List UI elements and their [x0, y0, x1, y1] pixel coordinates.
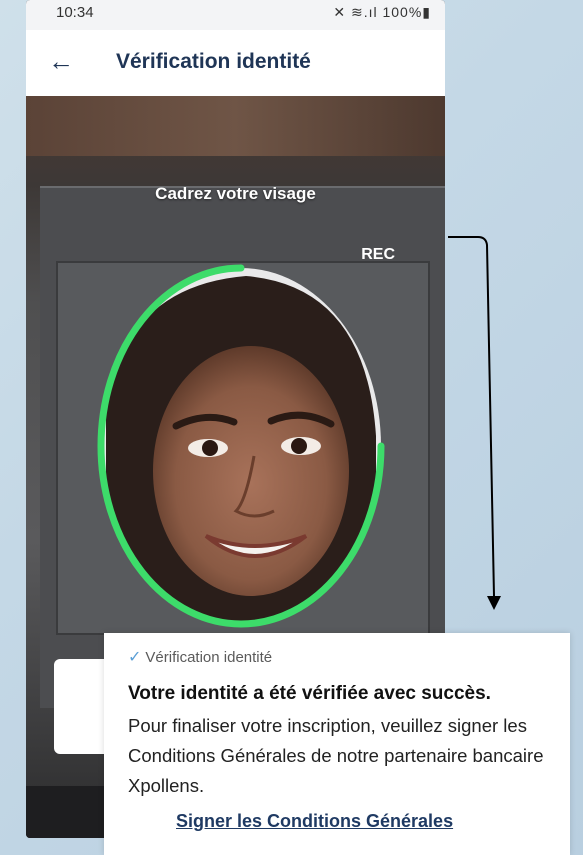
check-icon: ✓	[128, 649, 142, 666]
app-header: ← Vérification identité	[26, 30, 445, 97]
status-icons: ✕ ≋.ıl 100%▮	[333, 4, 431, 20]
arrow-left-icon[interactable]: ←	[48, 48, 74, 74]
success-title: Votre identité a été vérifiée avec succè…	[128, 683, 491, 704]
background-wall	[26, 96, 445, 156]
page-title: Vérification identité	[116, 50, 311, 73]
success-card: ✓ Vérification identité Votre identité a…	[104, 633, 570, 855]
card-step-label: Vérification identité	[145, 648, 273, 666]
face-frame	[97, 264, 385, 628]
status-time: 10:34	[56, 4, 94, 21]
sign-conditions-link[interactable]: Signer les Conditions Générales	[176, 811, 570, 832]
face-photo	[101, 268, 381, 624]
status-bar: 10:34 ✕ ≋.ıl 100%▮	[26, 0, 445, 30]
frame-instruction: Cadrez votre visage	[155, 184, 316, 203]
success-message: Pour finaliser votre inscription, veuill…	[128, 715, 544, 796]
card-step-header: ✓ Vérification identité	[128, 647, 570, 667]
